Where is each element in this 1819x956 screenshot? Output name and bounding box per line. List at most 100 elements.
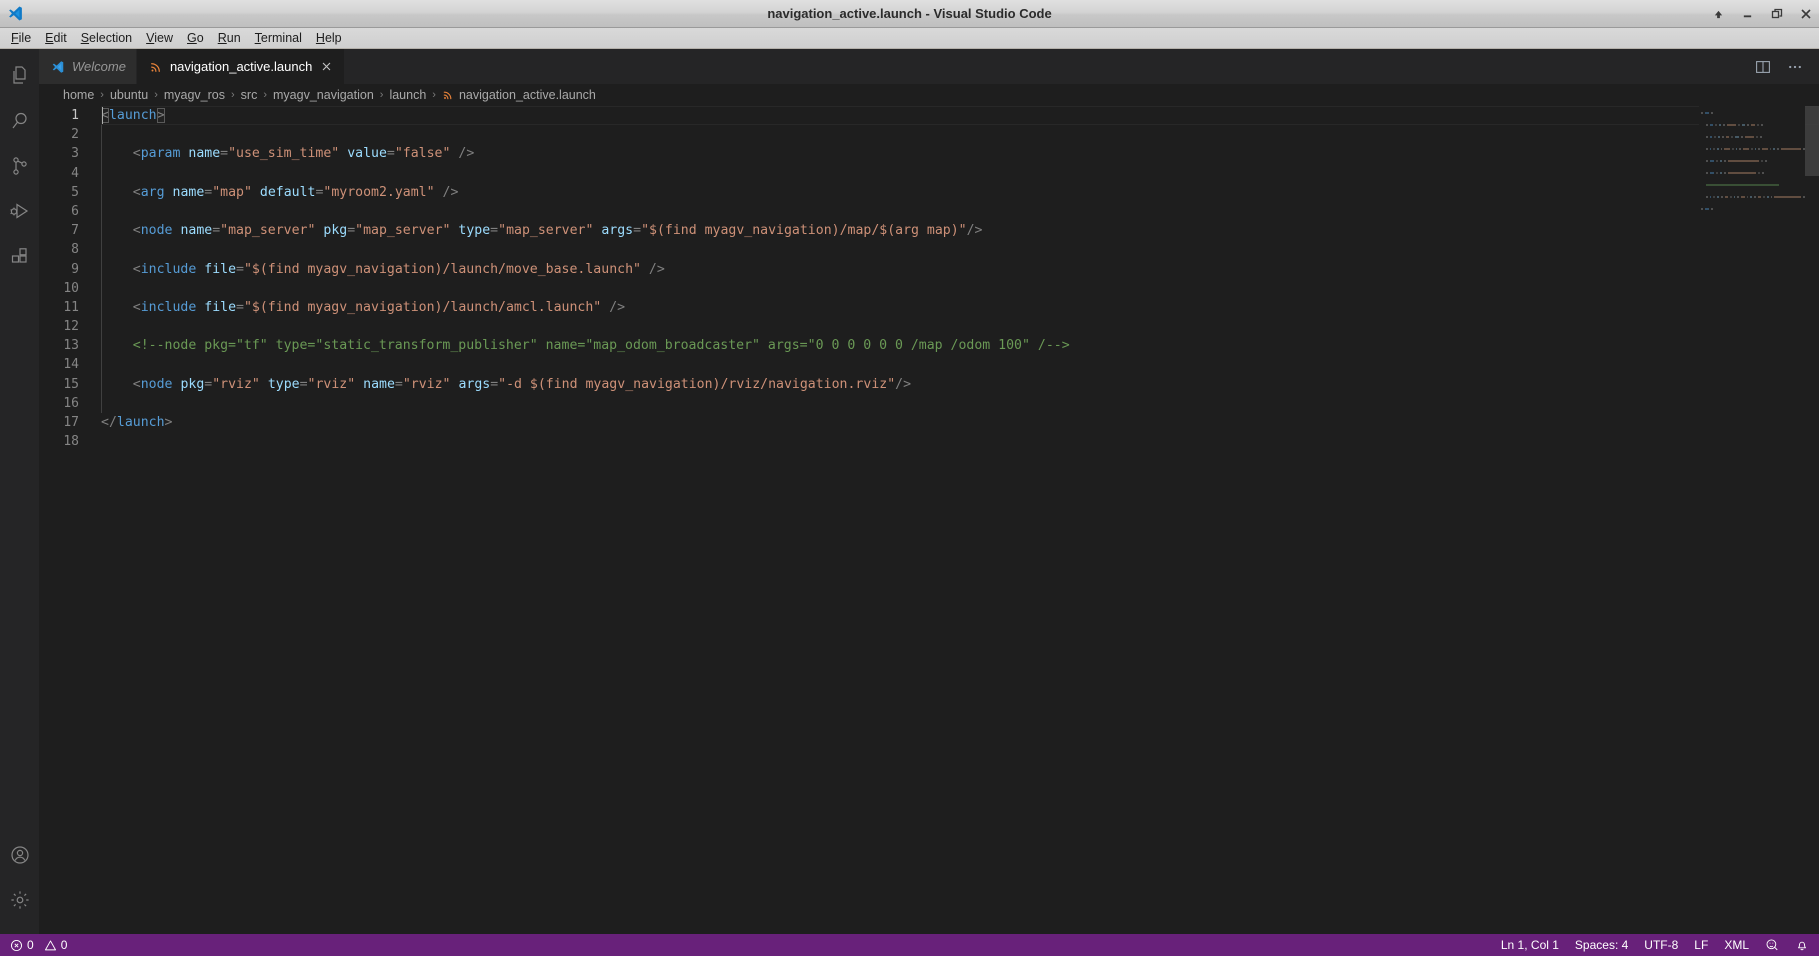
status-language-mode[interactable]: XML [1716, 934, 1757, 956]
minimap-segment [1720, 172, 1722, 174]
code-text[interactable]: <param name="use_sim_time" value="false"… [101, 144, 1819, 164]
code-token: < [132, 376, 141, 392]
status-editor-position[interactable]: Ln 1, Col 1 [1493, 934, 1567, 956]
indent-guide [101, 317, 102, 337]
split-editor-icon[interactable] [1753, 57, 1773, 77]
minimap-segment [1705, 112, 1709, 114]
code-line[interactable]: 5 <arg name="map" default="myroom2.yaml"… [39, 182, 1819, 202]
code-text[interactable]: <include file="$(find myagv_navigation)/… [101, 259, 1819, 279]
code-line[interactable]: 16 [39, 393, 1819, 413]
menu-file[interactable]: File [4, 29, 38, 48]
editor-vertical-scrollbar[interactable] [1805, 106, 1819, 934]
code-line[interactable]: 14 [39, 355, 1819, 375]
code-line[interactable]: 1 <launch> [39, 106, 1819, 126]
scrollbar-slider[interactable] [1805, 106, 1819, 176]
code-text[interactable]: <!--node pkg="tf" type="static_transform… [101, 336, 1819, 356]
editor-minimap[interactable] [1699, 106, 1805, 934]
breadcrumb-item-launch[interactable]: launch [387, 88, 428, 102]
close-icon[interactable] [318, 59, 334, 75]
code-lines[interactable]: 1 <launch> 2 3 <param name="use_sim_time" v… [39, 106, 1819, 934]
code-text[interactable]: </launch> [101, 413, 1819, 432]
tab-welcome[interactable]: Welcome [39, 49, 137, 84]
menu-go[interactable]: Go [180, 29, 211, 48]
code-text[interactable] [101, 125, 1819, 145]
breadcrumb-item-ubuntu[interactable]: ubuntu [108, 88, 150, 102]
menu-terminal[interactable]: Terminal [248, 29, 309, 48]
code-line[interactable]: 10 [39, 278, 1819, 298]
code-line[interactable]: 13 <!--node pkg="tf" type="static_transf… [39, 336, 1819, 356]
code-text[interactable] [101, 240, 1819, 260]
sidebar-item-explorer[interactable] [0, 53, 39, 98]
code-text[interactable]: <arg name="map" default="myroom2.yaml" /… [101, 182, 1819, 202]
code-text[interactable]: <launch> [101, 106, 1819, 126]
code-line[interactable]: 15 <node pkg="rviz" type="rviz" name="rv… [39, 374, 1819, 394]
code-token: = [490, 223, 499, 239]
code-text[interactable] [101, 201, 1819, 222]
status-problems[interactable]: 0 0 [2, 934, 75, 956]
code-token: name [180, 223, 213, 239]
sidebar-item-run-and-debug[interactable] [0, 188, 39, 233]
code-text[interactable]: <node pkg="rviz" type="rviz" name="rviz"… [101, 374, 1819, 394]
ellipsis-icon[interactable] [1785, 57, 1805, 77]
menu-selection[interactable]: Selection [74, 29, 139, 48]
code-text[interactable] [101, 393, 1819, 413]
code-text[interactable] [101, 432, 1819, 451]
code-token: < [132, 261, 141, 277]
code-line[interactable]: 2 [39, 125, 1819, 145]
breadcrumb-item-myagv-navigation[interactable]: myagv_navigation [271, 88, 376, 102]
status-indentation[interactable]: Spaces: 4 [1567, 934, 1636, 956]
status-feedback-button[interactable] [1757, 934, 1787, 956]
status-eol[interactable]: LF [1686, 934, 1716, 956]
code-editor[interactable]: 1 <launch> 2 3 <param name="use_sim_time" v… [39, 106, 1819, 934]
code-token: file [204, 261, 237, 277]
vscode-window: navigation_active.launch - Visual Studio… [0, 0, 1819, 956]
code-text[interactable] [101, 317, 1819, 337]
minimap-segment [1701, 208, 1703, 210]
status-encoding[interactable]: UTF-8 [1636, 934, 1686, 956]
code-text[interactable]: <include file="$(find myagv_navigation)/… [101, 297, 1819, 318]
sidebar-item-extensions[interactable] [0, 233, 39, 278]
code-line[interactable]: 6 [39, 201, 1819, 222]
sidebar-item-source-control[interactable] [0, 143, 39, 188]
code-line[interactable]: 7 <node name="map_server" pkg="map_serve… [39, 221, 1819, 241]
minimap-segment [1714, 136, 1716, 138]
code-token: <!--node pkg="tf" type="static_transform… [132, 338, 1070, 354]
code-line[interactable]: 11 <include file="$(find myagv_navigatio… [39, 297, 1819, 318]
tab-navigation-active-launch[interactable]: navigation_active.launch [136, 49, 346, 84]
code-token: default [259, 184, 316, 200]
code-token: param [140, 146, 181, 162]
code-token: /> [648, 261, 665, 277]
code-line[interactable]: 3 <param name="use_sim_time" value="fals… [39, 144, 1819, 164]
breadcrumb-item-src[interactable]: src [239, 88, 260, 102]
minimize-window-button[interactable] [1740, 7, 1755, 22]
maximize-window-button[interactable] [1769, 7, 1784, 22]
breadcrumb-item-file[interactable]: navigation_active.launch [440, 88, 598, 102]
code-line[interactable]: 9 <include file="$(find myagv_navigation… [39, 259, 1819, 279]
code-line[interactable]: 8 [39, 240, 1819, 260]
menu-edit[interactable]: Edit [38, 29, 74, 48]
code-line[interactable]: 17 </launch> [39, 413, 1819, 432]
status-notifications-button[interactable] [1787, 934, 1817, 956]
code-line[interactable]: 4 [39, 163, 1819, 183]
sidebar-item-search[interactable] [0, 98, 39, 143]
breadcrumb-item-myagv-ros[interactable]: myagv_ros [162, 88, 227, 102]
editor-actions [1753, 49, 1819, 84]
menu-help[interactable]: Help [309, 29, 349, 48]
manage-settings-button[interactable] [0, 877, 39, 922]
breadcrumb-item-home[interactable]: home [61, 88, 96, 102]
menu-view[interactable]: View [139, 29, 180, 48]
code-token: /> [458, 146, 475, 162]
code-text[interactable] [101, 163, 1819, 183]
accounts-button[interactable] [0, 832, 39, 877]
close-window-button[interactable] [1798, 7, 1813, 22]
code-line[interactable]: 12 [39, 317, 1819, 337]
menu-run[interactable]: Run [211, 29, 248, 48]
notifications-bell-icon [1795, 938, 1809, 952]
code-text[interactable] [101, 278, 1819, 298]
code-text[interactable]: <node name="map_server" pkg="map_server"… [101, 221, 1819, 241]
code-token: launch [116, 415, 165, 430]
code-text[interactable] [101, 355, 1819, 375]
shade-window-button[interactable] [1711, 7, 1726, 22]
code-line[interactable]: 18 [39, 432, 1819, 451]
minimap-segment [1716, 148, 1719, 150]
